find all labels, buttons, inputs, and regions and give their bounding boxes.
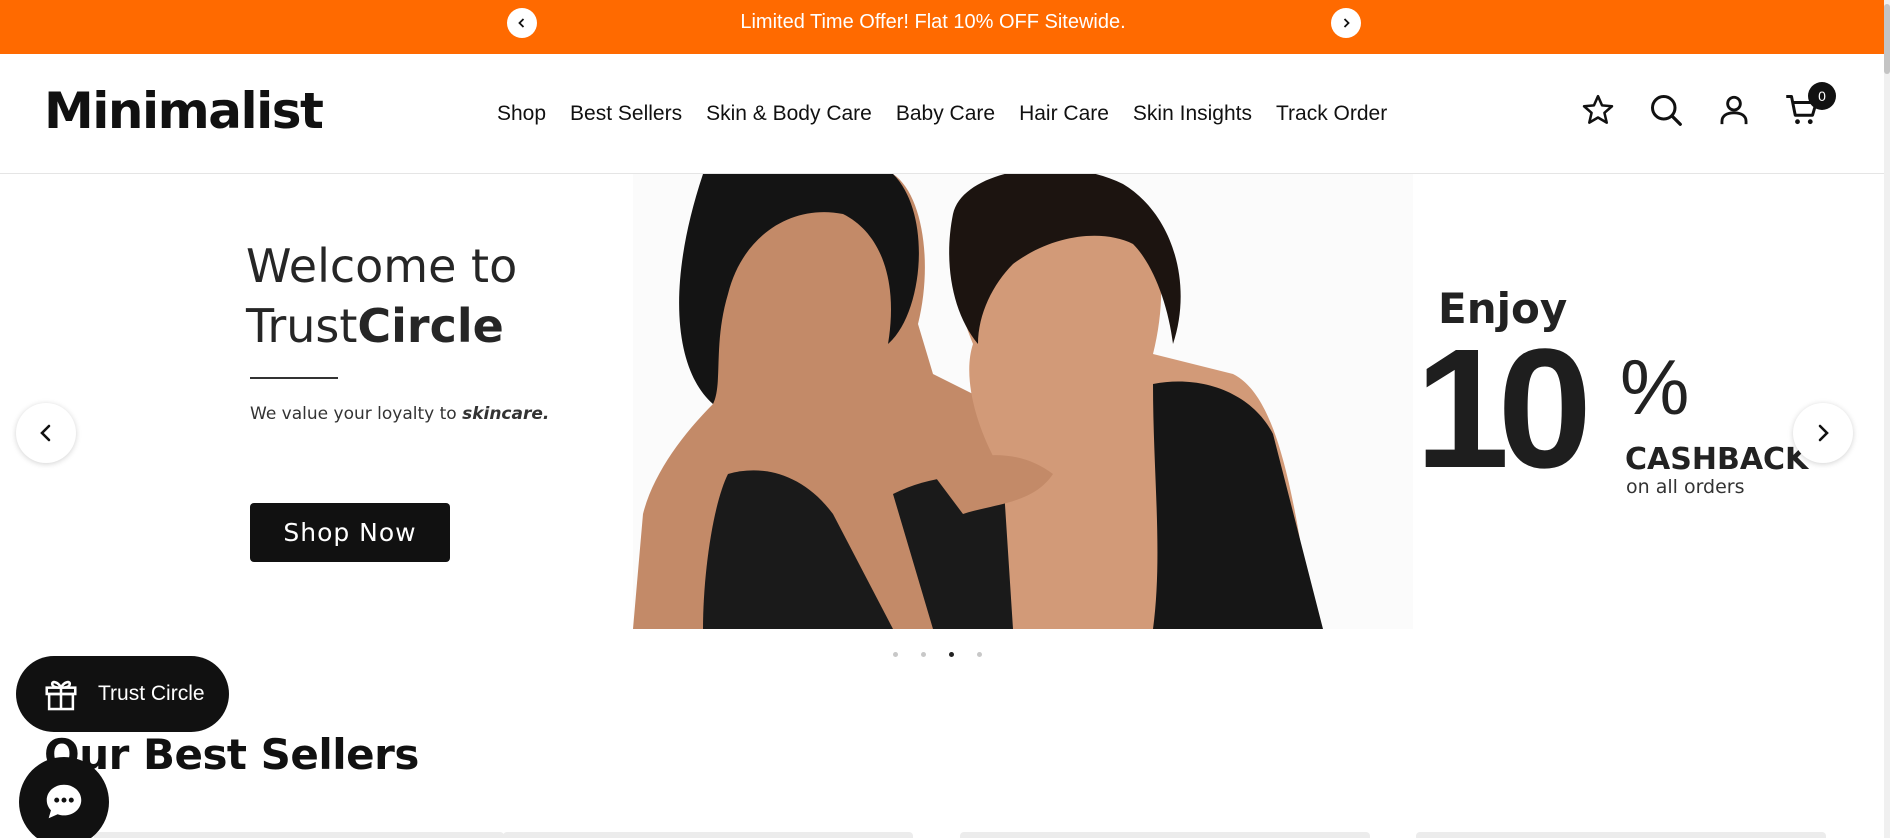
chevron-left-icon (518, 18, 525, 28)
chevron-right-icon (1818, 424, 1829, 442)
product-card[interactable] (503, 832, 913, 838)
account-button[interactable] (1716, 90, 1752, 130)
best-sellers-title: Our Best Sellers (44, 730, 419, 779)
carousel-dots (893, 652, 982, 657)
hero-tagline-emphasis: skincare. (462, 404, 550, 424)
announcement-bar: Limited Time Offer! Flat 10% OFF Sitewid… (0, 0, 1884, 54)
account-icon (1720, 95, 1748, 125)
star-icon (1582, 94, 1614, 124)
hero-tagline-text: We value your loyalty to (250, 404, 463, 424)
carousel-dot[interactable] (893, 652, 898, 657)
cart-button[interactable]: 0 (1784, 82, 1836, 130)
hero-heading: Welcome to TrustCircle (246, 236, 517, 356)
hero-heading-line1: Welcome to (246, 239, 518, 293)
cart-count-badge: 0 (1808, 82, 1836, 110)
hero-photo (633, 174, 1413, 629)
announcement-next-button[interactable] (1331, 8, 1361, 38)
gift-icon (45, 680, 77, 711)
product-card[interactable] (94, 832, 504, 838)
nav-item-baby-care[interactable]: Baby Care (884, 102, 1007, 126)
header-actions: 0 (1580, 82, 1836, 130)
nav-item-skin-insights[interactable]: Skin Insights (1121, 102, 1264, 126)
carousel-dot[interactable] (977, 652, 982, 657)
shop-now-button[interactable]: Shop Now (250, 503, 450, 562)
nav-item-shop[interactable]: Shop (485, 102, 558, 126)
chat-bubble-icon (46, 784, 82, 819)
trust-circle-label: Trust Circle (98, 682, 205, 705)
hero-divider (250, 377, 338, 379)
wishlist-button[interactable] (1580, 90, 1616, 130)
product-card[interactable] (960, 832, 1370, 838)
product-card[interactable] (1416, 832, 1826, 838)
trust-circle-button[interactable]: Trust Circle (16, 656, 229, 732)
hero-tagline: We value your loyalty to skincare. (250, 404, 549, 424)
site-header: Minimalist Shop Best Sellers Skin & Body… (0, 54, 1884, 174)
scrollbar-thumb[interactable] (1884, 4, 1890, 74)
nav-item-track-order[interactable]: Track Order (1264, 102, 1399, 126)
page-scrollbar[interactable] (1884, 0, 1890, 838)
promo-percent: % (1620, 343, 1690, 431)
carousel-dot[interactable] (921, 652, 926, 657)
promo-cashback: CASHBACK (1625, 442, 1809, 477)
carousel-dot-active[interactable] (949, 652, 954, 657)
hero-heading-circle: Circle (357, 299, 504, 353)
chevron-right-icon (1343, 18, 1350, 28)
promo-subtext: on all orders (1626, 476, 1745, 498)
nav-item-skin-body-care[interactable]: Skin & Body Care (694, 102, 884, 126)
search-button[interactable] (1648, 90, 1684, 130)
main-nav: Shop Best Sellers Skin & Body Care Baby … (485, 54, 1399, 174)
promo-number: 10 (1415, 314, 1592, 504)
chevron-left-icon (40, 424, 51, 442)
two-smiling-women-image (633, 174, 1323, 629)
search-icon (1651, 95, 1682, 126)
announcement-prev-button[interactable] (507, 8, 537, 38)
nav-item-best-sellers[interactable]: Best Sellers (558, 102, 694, 126)
hero-heading-line2: TrustCircle (246, 296, 517, 356)
chat-button[interactable] (19, 757, 109, 838)
announcement-text[interactable]: Limited Time Offer! Flat 10% OFF Sitewid… (0, 0, 1866, 54)
hero-heading-trust: Trust (246, 299, 358, 353)
site-logo[interactable]: Minimalist (44, 82, 324, 140)
hero-carousel: Welcome to TrustCircle We value your loy… (0, 174, 1884, 629)
carousel-prev-button[interactable] (16, 403, 76, 463)
carousel-next-button[interactable] (1793, 403, 1853, 463)
nav-item-hair-care[interactable]: Hair Care (1007, 102, 1121, 126)
